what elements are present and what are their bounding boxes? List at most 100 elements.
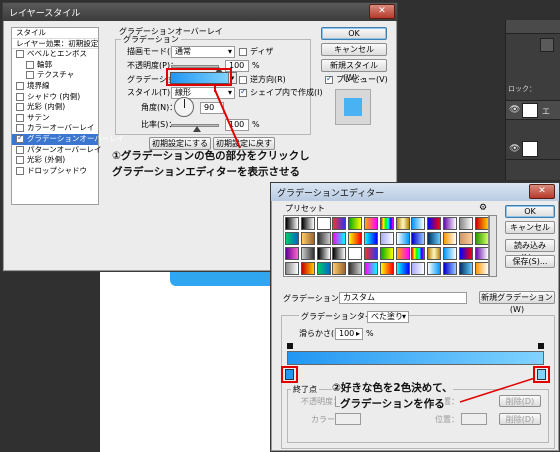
dither-check[interactable] [239,47,247,56]
save-button[interactable]: 保存(S)... [505,255,555,268]
close-button[interactable]: ✕ [369,4,395,19]
gradient-preset-swatch[interactable] [395,232,410,245]
gradient-preset-swatch[interactable] [300,247,315,260]
dither-checkbox[interactable]: ディザ [239,47,273,57]
load-button[interactable]: 読み込み(L)... [505,239,555,262]
style-item-checkbox[interactable] [16,133,24,144]
gradient-preset-swatch[interactable] [474,247,488,260]
style-item-checkbox[interactable] [16,124,24,133]
gradient-preset-swatch[interactable] [379,217,394,230]
presets-grid[interactable] [283,215,489,277]
visibility-eye-icon[interactable]: 👁 [509,105,520,115]
new-style-button[interactable]: 新規スタイル(W)... [321,59,387,82]
gradient-preset-swatch[interactable] [348,262,363,275]
gradient-preset-swatch[interactable] [348,217,363,230]
name-input[interactable]: カスタム [339,292,467,304]
style-item[interactable]: テクスチャ [12,70,98,81]
gradient-preset-swatch[interactable] [332,262,347,275]
preview-check[interactable] [325,74,333,84]
gradient-preset-swatch[interactable] [458,232,473,245]
style-item-checkbox[interactable] [16,81,24,90]
smooth-input[interactable]: 100 ▸ [335,328,363,340]
gradient-preset-swatch[interactable] [316,232,331,245]
gradient-preset-swatch[interactable] [474,262,488,275]
ok-button[interactable]: OK [505,205,555,218]
cancel-button[interactable]: キャンセル [505,221,555,234]
gradient-preset-swatch[interactable] [379,247,394,260]
styles-header[interactable]: スタイル [12,28,98,39]
gradient-preset-swatch[interactable] [348,247,363,260]
style-item[interactable]: ドロップシャドウ [12,166,98,177]
gradient-preset-swatch[interactable] [285,262,299,275]
gradient-preset-swatch[interactable] [458,262,473,275]
ok-button[interactable]: OK [321,27,387,40]
style-item[interactable]: カラーオーバーレイ [12,123,98,134]
gradient-preset-swatch[interactable] [411,247,426,260]
opacity-stop-left[interactable] [287,343,293,349]
style-item[interactable]: ベベルとエンボス [12,49,98,60]
gradient-preset-swatch[interactable] [458,247,473,260]
style-item-checkbox[interactable] [16,166,24,175]
cancel-button[interactable]: キャンセル [321,43,387,56]
gradient-preset-swatch[interactable] [443,247,457,260]
delete-color-stop-button[interactable]: 削除(D) [499,413,541,425]
style-item[interactable]: 光彩 (内側) [12,102,98,113]
style-item-checkbox[interactable] [26,60,34,69]
gradient-preset-swatch[interactable] [379,232,394,245]
gradient-preset-swatch[interactable] [316,217,331,230]
stop-color-position-input[interactable] [461,413,487,425]
style-item-checkbox[interactable] [16,113,24,122]
gradient-preset-swatch[interactable] [316,247,331,260]
gradient-preset-swatch[interactable] [364,232,378,245]
presets-menu-gear-icon[interactable]: ⚙ [479,203,487,213]
gradient-preset-swatch[interactable] [427,217,442,230]
gradient-preset-swatch[interactable] [285,232,299,245]
gradient-preset-swatch[interactable] [285,247,299,260]
gradient-preset-swatch[interactable] [458,217,473,230]
gradient-preset-swatch[interactable] [285,217,299,230]
style-item[interactable]: シャドウ (内側) [12,92,98,103]
gradient-preset-swatch[interactable] [411,217,426,230]
gradient-preset-swatch[interactable] [364,217,378,230]
close-button[interactable]: ✕ [529,184,555,199]
gradient-preset-swatch[interactable] [474,232,488,245]
layer-row-2[interactable]: 👁 [506,138,560,160]
style-item[interactable]: 光彩 (外側) [12,155,98,166]
gradient-preset-swatch[interactable] [364,262,378,275]
stop-color-swatch[interactable] [335,413,361,425]
type-select[interactable]: べた塗り ▾ [367,311,409,323]
gradient-preset-swatch[interactable] [364,247,378,260]
gradient-preset-swatch[interactable] [443,232,457,245]
preview-checkbox[interactable]: プレビュー(V) [325,74,388,85]
style-item-checkbox[interactable] [26,71,34,80]
presets-scrollbar[interactable] [489,215,497,277]
style-item[interactable]: グラデーションオーバーレイ [12,133,124,145]
style-item-checkbox[interactable] [16,103,24,112]
gradient-preset-swatch[interactable] [332,217,347,230]
gradient-preset-swatch[interactable] [300,232,315,245]
panel-icon[interactable] [540,38,554,52]
gradient-preset-swatch[interactable] [427,262,442,275]
gradient-preset-swatch[interactable] [300,217,315,230]
style-item-checkbox[interactable] [16,50,24,59]
gradient-preset-swatch[interactable] [395,247,410,260]
gradient-preset-swatch[interactable] [474,217,488,230]
gradient-preset-swatch[interactable] [443,217,457,230]
blend-mode-select[interactable]: 通常 ▾ [171,46,235,58]
gradient-preset-swatch[interactable] [395,217,410,230]
gradient-preset-swatch[interactable] [411,262,426,275]
gradient-preset-swatch[interactable] [427,247,442,260]
style-item-checkbox[interactable] [16,145,24,154]
layer-row[interactable]: 👁 エ [506,100,560,120]
new-gradient-button[interactable]: 新規グラデーション(W) [479,291,555,314]
style-item-checkbox[interactable] [16,156,24,165]
blend-defaults-item[interactable]: レイヤー効果：初期設定 [12,39,98,50]
gradient-preset-swatch[interactable] [348,232,363,245]
style-item[interactable]: 輪郭 [12,60,98,71]
gradient-preset-swatch[interactable] [379,262,394,275]
gradient-preset-swatch[interactable] [395,262,410,275]
gradient-preset-swatch[interactable] [411,232,426,245]
gradient-preset-swatch[interactable] [332,232,347,245]
opacity-stop-right[interactable] [538,343,544,349]
visibility-eye-icon[interactable]: 👁 [509,144,520,154]
